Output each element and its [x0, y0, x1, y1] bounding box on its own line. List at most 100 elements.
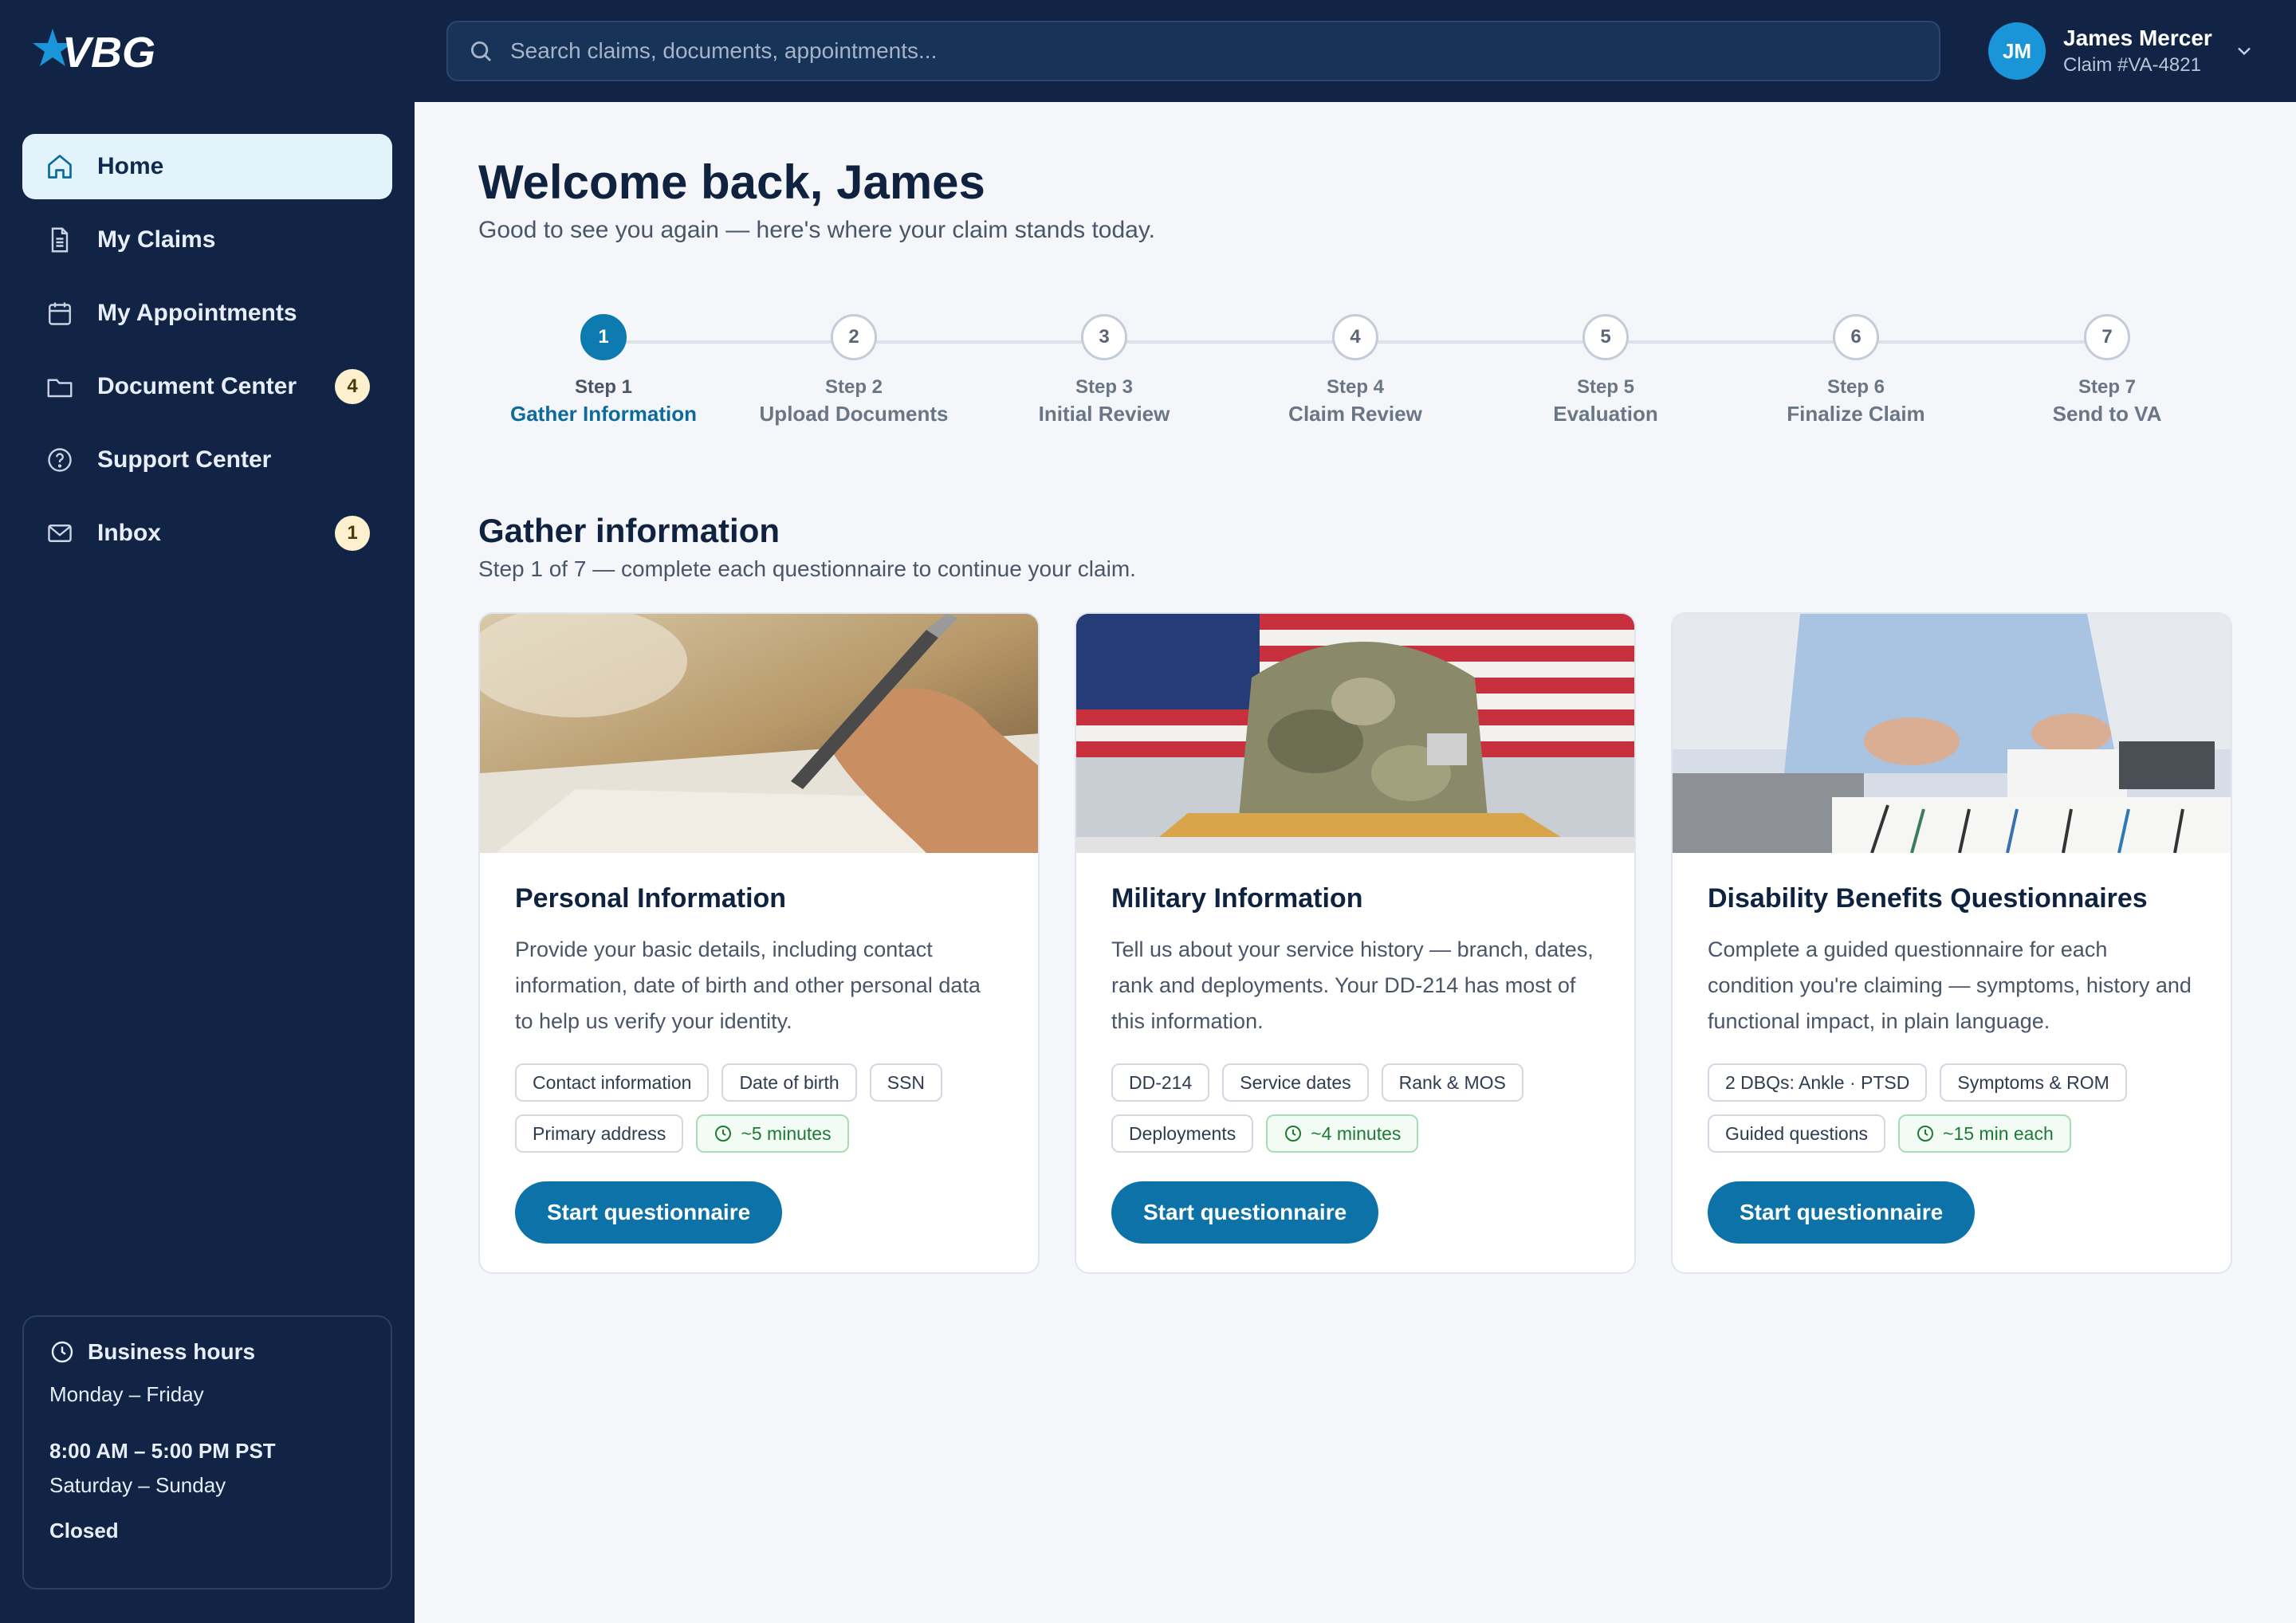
personal-information-card: Personal Information Provide your basic …: [478, 612, 1040, 1274]
weekday-label: Monday – Friday: [49, 1382, 204, 1406]
weekend-label: Saturday – Sunday: [49, 1473, 226, 1497]
step-number-label: Step 1: [574, 376, 633, 398]
step-name: Gather Information: [509, 402, 697, 426]
card-tags: DD-214 Service dates Rank & MOS Deployme…: [1111, 1063, 1606, 1153]
home-icon: [45, 151, 75, 182]
step-number-label: Step 3: [1075, 376, 1134, 398]
step-circle: 2: [831, 314, 877, 360]
sidebar: VBG Home My Claims My Appointments Docum…: [0, 0, 415, 1623]
time-estimate-tag: ~4 minutes: [1266, 1114, 1419, 1153]
time-estimate-tag: ~5 minutes: [696, 1114, 849, 1153]
tag: Service dates: [1222, 1063, 1369, 1102]
start-questionnaire-button[interactable]: Start questionnaire: [515, 1181, 783, 1244]
step-circle: 4: [1332, 314, 1378, 360]
clock-icon: [1917, 1126, 1934, 1142]
sidebar-item-inbox[interactable]: Inbox 1: [22, 501, 392, 566]
tag: Primary address: [515, 1114, 684, 1153]
step-circle: 3: [1081, 314, 1127, 360]
clock-icon: [51, 1341, 73, 1363]
chevron-down-icon[interactable]: [2233, 40, 2255, 62]
step-name: Evaluation: [1553, 402, 1658, 426]
step-1[interactable]: 1 Step 1 Gather Information: [500, 314, 707, 426]
user-name: James Mercer: [2063, 26, 2212, 50]
step-name: Upload Documents: [759, 402, 949, 426]
step-name: Send to VA: [2052, 402, 2162, 426]
vbg-logo[interactable]: VBG: [32, 26, 167, 77]
step-4[interactable]: 4 Step 4 Claim Review: [1252, 314, 1459, 426]
user-menu[interactable]: JM James Mercer Claim #VA-4821: [1988, 22, 2255, 80]
svg-text:VBG: VBG: [62, 29, 155, 77]
step-circle: 7: [2084, 314, 2130, 360]
folder-icon: [45, 371, 75, 402]
sidebar-item-home[interactable]: Home: [22, 134, 392, 199]
paperwork-desk-image: [1673, 614, 2231, 853]
star-logo-icon: VBG: [33, 29, 155, 77]
sidebar-item-support-center[interactable]: Support Center: [22, 427, 392, 493]
step-number-label: Step 6: [1826, 376, 1885, 398]
card-description: Tell us about your service history — bra…: [1111, 937, 1594, 1033]
business-hours-panel: Business hours Monday – Friday 8:00 AM –…: [22, 1315, 392, 1590]
step-name: Initial Review: [1038, 402, 1170, 426]
page-subtitle: Good to see you again — here's where you…: [478, 217, 1155, 243]
document-icon: [45, 225, 75, 255]
military-information-card: Military Information Tell us about your …: [1075, 612, 1636, 1274]
sidebar-item-label: My Appointments: [97, 300, 297, 326]
inbox-count-badge: 1: [335, 516, 370, 551]
tag: 2 DBQs: Ankle · PTSD: [1708, 1063, 1928, 1102]
calendar-icon: [45, 298, 75, 328]
step-circle: 5: [1582, 314, 1629, 360]
clock-icon: [1285, 1126, 1302, 1142]
sidebar-item-my-appointments[interactable]: My Appointments: [22, 281, 392, 346]
step-5[interactable]: 5 Step 5 Evaluation: [1502, 314, 1709, 426]
card-title: Disability Benefits Questionnaires: [1708, 883, 2148, 914]
sidebar-nav: Home My Claims My Appointments Document …: [22, 134, 392, 574]
step-2[interactable]: 2 Step 2 Upload Documents: [750, 314, 957, 426]
help-icon: [45, 445, 75, 475]
step-3[interactable]: 3 Step 3 Initial Review: [1001, 314, 1208, 426]
avatar[interactable]: JM: [1988, 22, 2046, 80]
top-bar: JM James Mercer Claim #VA-4821: [415, 0, 2296, 102]
card-tags: Contact information Date of birth SSN Pr…: [515, 1063, 1009, 1153]
mail-icon: [45, 518, 75, 548]
step-6[interactable]: 6 Step 6 Finalize Claim: [1752, 314, 1960, 426]
sidebar-item-label: Home: [97, 153, 164, 179]
sidebar-item-label: Document Center: [97, 373, 297, 399]
search-input[interactable]: [510, 38, 1920, 64]
disability-benefits-card: Disability Benefits Questionnaires Compl…: [1671, 612, 2232, 1274]
user-claim-number: Claim #VA-4821: [2063, 54, 2201, 76]
tag: Symptoms & ROM: [1940, 1063, 2127, 1102]
search-box[interactable]: [446, 21, 1940, 81]
page-title: Welcome back, James: [478, 155, 985, 209]
weekday-hours: 8:00 AM – 5:00 PM PST: [49, 1439, 276, 1463]
tag: Contact information: [515, 1063, 710, 1102]
step-name: Claim Review: [1288, 402, 1422, 426]
card-description: Provide your basic details, including co…: [515, 937, 981, 1033]
start-questionnaire-button[interactable]: Start questionnaire: [1708, 1181, 1976, 1244]
document-count-badge: 4: [335, 369, 370, 404]
writing-hand-image: [480, 614, 1038, 853]
claim-progress-stepper: 1 Step 1 Gather Information 2 Step 2 Upl…: [478, 314, 2232, 434]
sidebar-item-label: My Claims: [97, 226, 216, 253]
tag: Date of birth: [721, 1063, 857, 1102]
tag: Guided questions: [1708, 1114, 1886, 1153]
sidebar-item-label: Support Center: [97, 446, 272, 473]
start-questionnaire-button[interactable]: Start questionnaire: [1111, 1181, 1379, 1244]
step-number-label: Step 4: [1326, 376, 1385, 398]
card-tags: 2 DBQs: Ankle · PTSD Symptoms & ROM Guid…: [1708, 1063, 2202, 1153]
step-7[interactable]: 7 Step 7 Send to VA: [2003, 314, 2211, 426]
tag: SSN: [869, 1063, 943, 1102]
clock-icon: [715, 1126, 732, 1142]
step-circle: 6: [1833, 314, 1879, 360]
business-hours-title: Business hours: [49, 1339, 365, 1365]
soldier-flag-image: [1076, 614, 1634, 853]
card-title: Military Information: [1111, 883, 1363, 914]
sidebar-item-document-center[interactable]: Document Center 4: [22, 354, 392, 419]
card-description: Complete a guided questionnaire for each…: [1708, 937, 2192, 1033]
search-icon: [470, 41, 492, 62]
weekend-status: Closed: [49, 1519, 119, 1542]
sidebar-item-label: Inbox: [97, 520, 161, 546]
questionnaire-cards: Personal Information Provide your basic …: [478, 612, 2232, 1274]
step-number-label: Step 5: [1576, 376, 1635, 398]
card-title: Personal Information: [515, 883, 787, 914]
sidebar-item-my-claims[interactable]: My Claims: [22, 207, 392, 273]
